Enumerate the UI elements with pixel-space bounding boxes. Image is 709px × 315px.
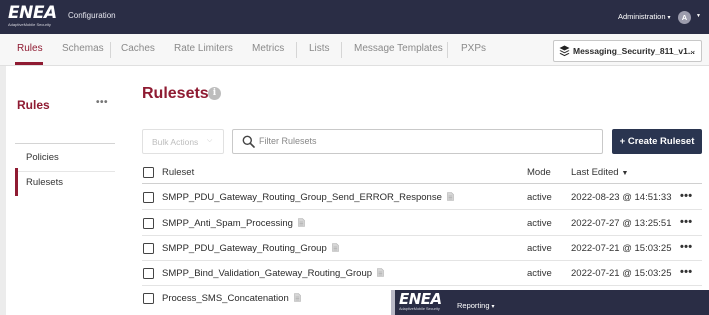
ruleset-name-text: Process_SMS_Concatenation bbox=[162, 293, 289, 304]
bulk-actions-label: Bulk Actions bbox=[152, 137, 199, 147]
tab-metrics[interactable]: Metrics bbox=[252, 43, 284, 54]
sidebar-item-divider bbox=[15, 171, 115, 172]
ruleset-name-text: SMPP_Bind_Validation_Gateway_Routing_Gro… bbox=[162, 268, 373, 279]
bulk-actions-button[interactable]: Bulk Actions ⌵ bbox=[142, 129, 224, 154]
sidebar-title: Rules bbox=[17, 98, 50, 112]
layers-icon bbox=[559, 45, 570, 57]
reporting-menu[interactable]: Reporting ▾ bbox=[457, 301, 495, 310]
tab-divider bbox=[296, 42, 297, 58]
ruleset-name[interactable]: SMPP_PDU_Gateway_Routing_Group bbox=[162, 243, 339, 254]
row-divider bbox=[142, 285, 702, 286]
document-icon bbox=[331, 243, 339, 252]
row-checkbox[interactable] bbox=[143, 243, 154, 254]
caret-down-icon: ▾ bbox=[667, 15, 671, 21]
logo-subtext: AdaptiveMobile Security bbox=[8, 22, 51, 27]
row-divider bbox=[142, 209, 702, 210]
ruleset-mode: active bbox=[527, 218, 552, 229]
administration-label: Administration bbox=[618, 12, 666, 21]
ruleset-name-text: SMPP_PDU_Gateway_Routing_Group_Send_ERRO… bbox=[162, 192, 442, 203]
ruleset-mode: active bbox=[527, 243, 552, 254]
tab-rules[interactable]: Rules bbox=[17, 43, 43, 54]
table-header-divider bbox=[142, 183, 702, 184]
sidebar-active-indicator bbox=[15, 168, 18, 196]
tab-lists[interactable]: Lists bbox=[309, 43, 330, 54]
row-more-icon[interactable]: ••• bbox=[680, 241, 692, 253]
filter-placeholder: Filter Rulesets bbox=[259, 136, 317, 146]
tab-rate-limiters[interactable]: Rate Limiters bbox=[174, 43, 233, 54]
sidebar-item-policies[interactable]: Policies bbox=[26, 152, 59, 163]
sidebar-divider bbox=[15, 143, 115, 144]
row-checkbox[interactable] bbox=[143, 218, 154, 229]
ruleset-last-edited: 2022-07-21 @ 15:03:25 bbox=[571, 268, 672, 279]
active-tab-indicator bbox=[15, 62, 43, 65]
chevron-down-icon: ⌵ bbox=[207, 137, 213, 144]
last-edited-label: Last Edited bbox=[571, 167, 619, 178]
tab-divider bbox=[110, 42, 111, 58]
sort-descending-icon: ▼ bbox=[621, 170, 629, 177]
ruleset-name[interactable]: SMPP_PDU_Gateway_Routing_Group_Send_ERRO… bbox=[162, 192, 454, 203]
row-more-icon[interactable]: ••• bbox=[680, 266, 692, 278]
user-avatar[interactable]: A bbox=[678, 11, 691, 24]
enea-logo[interactable]: ENEA AdaptiveMobile Security bbox=[8, 3, 58, 28]
enea-logo[interactable]: ENEA AdaptiveMobile Security bbox=[399, 292, 442, 312]
reporting-window[interactable]: ENEA AdaptiveMobile Security Reporting ▾ bbox=[391, 290, 709, 315]
logo-wordmark: ENEA bbox=[8, 3, 57, 23]
info-icon[interactable]: i bbox=[208, 87, 221, 100]
ruleset-last-edited: 2022-07-21 @ 15:03:25 bbox=[571, 243, 672, 254]
ruleset-mode: active bbox=[527, 192, 552, 203]
window-edge bbox=[0, 66, 6, 315]
section-tabs: Rules Schemas Caches Rate Limiters Metri… bbox=[0, 34, 709, 66]
tab-caches[interactable]: Caches bbox=[121, 43, 155, 54]
row-checkbox[interactable] bbox=[143, 293, 154, 304]
top-bar: ENEA AdaptiveMobile Security Configurati… bbox=[0, 0, 709, 34]
row-divider bbox=[142, 235, 702, 236]
column-header-last-edited[interactable]: Last Edited ▼ bbox=[571, 167, 628, 178]
sidebar-more-icon[interactable]: ••• bbox=[96, 97, 108, 108]
column-header-ruleset[interactable]: Ruleset bbox=[162, 167, 194, 178]
tab-pxps[interactable]: PXPs bbox=[461, 43, 486, 54]
ruleset-name[interactable]: SMPP_Bind_Validation_Gateway_Routing_Gro… bbox=[162, 268, 384, 279]
row-checkbox[interactable] bbox=[143, 192, 154, 203]
page-title: Rulesets bbox=[142, 85, 209, 102]
ruleset-last-edited: 2022-07-27 @ 13:25:51 bbox=[571, 218, 672, 229]
document-icon bbox=[293, 293, 301, 302]
search-icon bbox=[242, 135, 255, 148]
select-all-checkbox[interactable] bbox=[143, 167, 154, 178]
row-more-icon[interactable]: ••• bbox=[680, 190, 692, 202]
row-more-icon[interactable]: ••• bbox=[680, 216, 692, 228]
reporting-label: Reporting bbox=[457, 301, 490, 310]
document-icon bbox=[377, 268, 384, 277]
tab-divider bbox=[447, 42, 448, 58]
workspace-select[interactable]: Messaging_Security_811_v1... ⌄ bbox=[553, 40, 702, 62]
filter-rulesets-input[interactable]: Filter Rulesets bbox=[232, 129, 603, 154]
configuration-link[interactable]: Configuration bbox=[68, 11, 116, 20]
tab-divider bbox=[341, 42, 342, 58]
ruleset-last-edited: 2022-08-23 @ 14:51:33 bbox=[571, 192, 672, 203]
logo-subtext: AdaptiveMobile Security bbox=[399, 307, 440, 311]
document-icon bbox=[298, 218, 305, 227]
ruleset-name[interactable]: Process_SMS_Concatenation bbox=[162, 293, 301, 304]
document-icon bbox=[447, 192, 454, 201]
tab-schemas[interactable]: Schemas bbox=[62, 43, 104, 54]
ruleset-name-text: SMPP_PDU_Gateway_Routing_Group bbox=[162, 243, 327, 254]
ruleset-mode: active bbox=[527, 268, 552, 279]
sidebar-item-rulesets[interactable]: Rulesets bbox=[26, 177, 63, 188]
ruleset-name[interactable]: SMPP_Anti_Spam_Processing bbox=[162, 218, 305, 229]
create-ruleset-button[interactable]: + Create Ruleset bbox=[612, 129, 702, 154]
row-checkbox[interactable] bbox=[143, 268, 154, 279]
logo-wordmark: ENEA bbox=[399, 290, 442, 308]
user-menu-caret-icon[interactable]: ▼ bbox=[696, 13, 701, 19]
caret-down-icon: ▾ bbox=[491, 304, 495, 310]
ruleset-name-text: SMPP_Anti_Spam_Processing bbox=[162, 218, 293, 229]
workspace-label: Messaging_Security_811_v1... bbox=[573, 46, 695, 56]
administration-menu[interactable]: Administration ▾ bbox=[618, 12, 671, 21]
column-header-mode[interactable]: Mode bbox=[527, 167, 551, 178]
tab-message-templates[interactable]: Message Templates bbox=[354, 43, 443, 54]
chevron-down-icon: ⌄ bbox=[689, 45, 697, 55]
row-divider bbox=[142, 260, 702, 261]
